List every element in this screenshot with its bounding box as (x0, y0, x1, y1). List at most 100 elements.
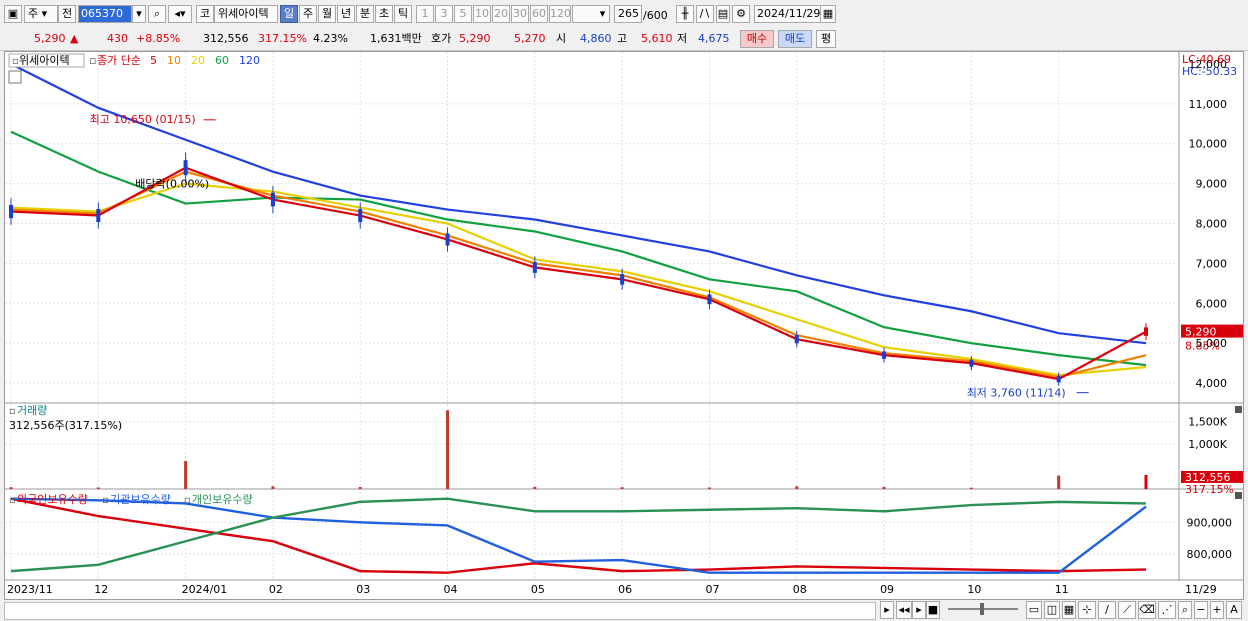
buy-button[interactable]: 매수 (740, 30, 774, 48)
holders-legend-item[interactable]: 기관보유수량 (110, 493, 171, 506)
erase-icon[interactable]: ⌫ (1138, 601, 1156, 619)
interval-button[interactable]: 30 (511, 5, 529, 23)
zoom-in-icon[interactable]: + (1210, 601, 1224, 619)
crosshair-icon[interactable]: ⊹ (1078, 601, 1096, 619)
code-dropdown-icon[interactable]: ▾ (132, 5, 146, 23)
bid-label: 호가 (431, 32, 452, 45)
interval-button[interactable]: 20 (492, 5, 510, 23)
scroll-right-icon[interactable]: ▸ (880, 601, 894, 619)
interval-button[interactable]: 1 (416, 5, 434, 23)
period-button[interactable]: 년 (337, 5, 355, 23)
period-button[interactable]: 분 (356, 5, 374, 23)
bid-price: 5,290 (459, 32, 491, 45)
stock-name-field[interactable]: 위세아이텍 (214, 5, 278, 23)
volume-bar (795, 486, 799, 489)
x-axis-label: 08 (793, 583, 807, 596)
mode-select[interactable]: 주 ▾ (24, 5, 58, 23)
high-label: 고 (617, 32, 628, 45)
indicator-icon[interactable]: ∕∖ (696, 5, 714, 23)
volume-y-tick: 1,000K (1188, 438, 1227, 451)
candle-type-icon[interactable]: ╫ (676, 5, 694, 23)
legend-marker: ▫ (102, 495, 109, 506)
dividend-annotation: 배당락(0.00%) (135, 178, 209, 191)
period-button[interactable]: 월 (318, 5, 336, 23)
market-prefix[interactable]: 코 (196, 5, 214, 23)
period-button[interactable]: 초 (375, 5, 393, 23)
volume-tag-pct: 317.15% (1185, 483, 1234, 496)
volume-info: 312,556주(317.15%) (9, 419, 122, 432)
zoom-out-icon[interactable]: − (1194, 601, 1208, 619)
ask-price: 5,270 (514, 32, 546, 45)
gear-icon[interactable]: ⚙ (732, 5, 750, 23)
high-price: 5,610 (641, 32, 673, 45)
date-input[interactable]: 2024/11/29 (754, 5, 822, 23)
x-axis-label: 02 (269, 583, 283, 596)
ma-period-label: 5 (150, 54, 157, 67)
trade-amount: 1,631백만 (370, 32, 422, 45)
interval-button[interactable]: 3 (435, 5, 453, 23)
font-size-icon[interactable]: A (1226, 601, 1242, 619)
change-value: 430 (107, 32, 128, 45)
layout-icon[interactable]: ▭ (1026, 601, 1042, 619)
scroll-track[interactable] (4, 602, 876, 620)
holders-pane-close-icon[interactable] (1235, 492, 1242, 499)
chart-area[interactable]: 최고 10,650 (01/15) 최저 3,760 (11/14) 배당락(0.0… (4, 51, 1244, 600)
candle-body (445, 233, 450, 246)
zoom-icon[interactable]: ⌕ (1178, 601, 1192, 619)
trend-icon[interactable]: ⟋ (1118, 601, 1136, 619)
speaker-icon[interactable]: ◂▾ (168, 5, 192, 23)
volume-title[interactable]: 거래량 (17, 404, 47, 417)
save-icon[interactable]: ▤ (716, 5, 730, 23)
candle-body (532, 261, 537, 273)
volume-bar (446, 410, 450, 489)
axes: 4,000 5,000 6,000 7,000 8,000 9,000 10,000 11,0… (7, 58, 1232, 596)
interval-button[interactable]: 120 (549, 5, 571, 23)
eval-button[interactable]: 평 (816, 30, 836, 48)
play-icon[interactable]: ▸ (912, 601, 926, 619)
legend-marker: ▫ (9, 495, 16, 506)
stock-code-input[interactable]: 065370 (78, 5, 132, 23)
volume-pane-close-icon[interactable] (1235, 406, 1242, 413)
low-label: 저 (677, 32, 688, 45)
draw-line-icon[interactable]: ∕ (1098, 601, 1116, 619)
window-menu-icon[interactable]: ▣ (4, 5, 22, 23)
period-button[interactable]: 틱 (394, 5, 412, 23)
period-button[interactable]: 일 (280, 5, 298, 23)
ma-period-label: 10 (167, 54, 181, 67)
open-price: 4,860 (580, 32, 612, 45)
zoom-slider-handle[interactable] (980, 603, 984, 615)
split-icon[interactable]: ◫ (1044, 601, 1060, 619)
chart-svg[interactable]: 최고 10,650 (01/15) 최저 3,760 (11/14) 배당락(0.0… (5, 52, 1243, 599)
pattern-icon[interactable]: ⋰ (1158, 601, 1176, 619)
interval-button[interactable]: 60 (530, 5, 548, 23)
holders-legend-item[interactable]: 외국인보유수량 (17, 493, 88, 506)
grid-icon[interactable]: ▦ (1062, 601, 1076, 619)
ma-label[interactable]: 종가 단순 (97, 54, 141, 67)
volume-bar (184, 461, 188, 489)
volume-bar (358, 486, 362, 489)
calendar-icon[interactable]: ▦ (820, 5, 836, 23)
interval-button[interactable]: 5 (454, 5, 472, 23)
custom-dropdown-icon[interactable]: ▾ (596, 5, 610, 23)
count-input[interactable]: 265 (614, 5, 642, 23)
rewind-icon[interactable]: ◂◂ (896, 601, 912, 619)
stop-icon[interactable]: ■ (926, 601, 940, 619)
table-icon[interactable] (8, 70, 22, 84)
sell-button[interactable]: 매도 (778, 30, 812, 48)
candle-body (96, 208, 101, 223)
quote-bar: 5,290 ▲ 430 +8.85% 312,556 317.15% 4.23%… (0, 28, 1248, 51)
prev-button[interactable]: 전 (58, 5, 76, 23)
period-button[interactable]: 주 (299, 5, 317, 23)
volume-ratio: 317.15% (258, 32, 307, 45)
stock-label-marker: ▫ (12, 56, 19, 67)
chart-toolbar: ▣ 주 ▾ 전 065370 ▾ ⌕ ◂▾ 코 위세아이텍 ▾ 265 /600… (0, 0, 1248, 29)
price-y-tick: 5,000 (1196, 337, 1228, 350)
holders-legend-item[interactable]: 개인보유수량 (192, 493, 253, 506)
interval-button[interactable]: 10 (473, 5, 491, 23)
bottom-scroll-bar: ▸ ◂◂ ▸ ■ ▭ ◫ ▦ ⊹ ∕ ⟋ ⌫ ⋰ ⌕ − + A (0, 600, 1248, 621)
volume-bar (969, 487, 973, 489)
holders-line (10, 497, 1147, 574)
search-icon[interactable]: ⌕ (148, 5, 166, 23)
stock-label[interactable]: 위세아이텍 (19, 54, 70, 67)
legend-marker: ▫ (184, 495, 191, 506)
